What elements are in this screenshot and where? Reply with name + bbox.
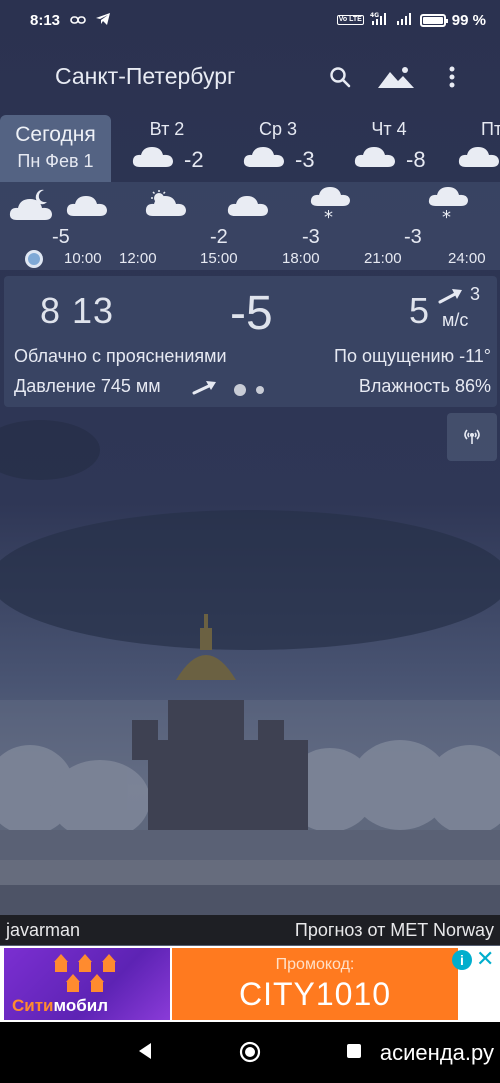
wind-gust: 3 <box>470 284 481 304</box>
landscape-icon[interactable] <box>368 60 424 94</box>
humidity: Влажность 86% <box>358 376 491 396</box>
svg-text:*: * <box>324 207 333 226</box>
ad-close-icon[interactable]: ✕ <box>476 948 494 970</box>
cloud-icon <box>227 194 269 223</box>
recents-icon[interactable] <box>346 1043 362 1064</box>
cloud-sun-icon <box>145 190 187 223</box>
search-icon[interactable] <box>312 60 368 94</box>
ad-brand-panel[interactable]: Ситимобил <box>4 948 170 1020</box>
hourly-temp: -3 <box>404 226 422 248</box>
current-temperature: -5 <box>230 287 273 340</box>
promo-code: CITY1010 <box>238 976 392 1012</box>
hourly-time: 18:00 <box>282 250 320 267</box>
day-name: Вт 2 <box>149 119 185 139</box>
battery-percent: 99 % <box>451 11 486 29</box>
ad-info-icon[interactable]: i <box>452 950 472 970</box>
page-dot-active <box>234 384 246 396</box>
day-temp: -3 <box>295 147 315 172</box>
current-conditions[interactable]: 8 13 -5 5 3 м/с Облачно с прояснениями П… <box>4 276 497 407</box>
tab-day-5[interactable]: Пт <box>448 119 500 179</box>
svg-text:*: * <box>442 207 451 226</box>
forecast-source[interactable]: Прогноз от MET Norway <box>295 920 494 941</box>
snow-cloud-icon: * <box>310 186 350 231</box>
cloud-icon <box>132 145 174 174</box>
day-tabs: Сегодня Пн Фев 1 Вт 2 -2 Ср 3 -3 Чт 4 -8… <box>0 112 500 182</box>
telegram-icon <box>96 12 111 28</box>
hourly-time: 10:00 <box>64 250 102 267</box>
tab-today-date: Пн Фев 1 <box>17 151 94 171</box>
hourly-time: 15:00 <box>200 250 238 267</box>
ad-promo-panel[interactable]: Промокод: CITY1010 <box>172 948 458 1020</box>
feels-like: По ощущению -11° <box>334 346 491 366</box>
pressure: Давление 745 мм <box>14 376 161 396</box>
wind-direction-icon <box>438 286 464 311</box>
link-icon <box>70 13 86 28</box>
hourly-time: 24:00 <box>448 250 486 267</box>
wind-unit: м/с <box>442 310 469 330</box>
clock: 8:13 <box>30 11 61 29</box>
credits-bar: javarman Прогноз от MET Norway <box>0 915 500 945</box>
day-name: Чт 4 <box>371 119 407 139</box>
system-nav-bar: асиенда.ру <box>0 1022 500 1083</box>
day-name: Ср 3 <box>258 119 298 139</box>
promo-label: Промокод: <box>275 956 355 973</box>
tab-day-2[interactable]: Вт 2 -2 <box>122 119 222 179</box>
weather-condition: Облачно с прояснениями <box>14 346 227 366</box>
volte-icon: Vo LTE <box>336 15 364 25</box>
cloud-icon <box>458 145 500 174</box>
hourly-time: 21:00 <box>364 250 402 267</box>
day-temp: -8 <box>406 147 426 172</box>
hourly-temp: -3 <box>302 226 320 248</box>
hourly-temp: -2 <box>210 226 228 248</box>
status-bar: 8:13 Vo LTE 4G 99 % <box>0 0 500 40</box>
ad-banner[interactable]: Ситимобил Промокод: CITY1010 i ✕ <box>0 946 500 1022</box>
tab-today-label: Сегодня <box>15 123 96 146</box>
wind-speed: 5 <box>409 290 430 331</box>
battery-icon <box>419 13 448 27</box>
ad-brand-name: Ситимобил <box>12 996 108 1016</box>
cloud-icon <box>66 194 108 223</box>
watermark: асиенда.ру <box>379 1040 494 1065</box>
back-icon[interactable] <box>137 1042 153 1065</box>
brand-name-part: мобил <box>53 996 109 1015</box>
snow-cloud-icon: * <box>428 186 468 231</box>
more-vert-icon[interactable] <box>424 60 480 94</box>
brand-logo-icon <box>54 954 116 992</box>
day-name: Пт <box>481 119 500 139</box>
tab-today[interactable]: Сегодня Пн Фев 1 <box>0 115 111 182</box>
photo-author[interactable]: javarman <box>6 920 80 941</box>
cloud-icon <box>243 145 285 174</box>
hourly-forecast[interactable]: * * -5 -2 -3 -3 10:00 12:00 15:00 18:00 … <box>0 182 500 270</box>
radar-icon <box>462 426 482 449</box>
cloud-moon-icon <box>8 186 62 227</box>
home-icon[interactable] <box>239 1041 261 1068</box>
signal-icon <box>396 11 414 29</box>
svg-text:4G: 4G <box>370 12 379 19</box>
current-time: 8 13 <box>40 290 115 331</box>
city-title[interactable]: Санкт-Петербург <box>55 63 235 90</box>
signal-icon: 4G <box>370 11 390 29</box>
pressure-trend-icon <box>192 378 218 401</box>
hourly-time: 12:00 <box>119 250 157 267</box>
cloud-icon <box>354 145 396 174</box>
page-indicator[interactable] <box>234 384 264 396</box>
page-dot <box>256 386 264 394</box>
hourly-temp: -5 <box>52 226 70 248</box>
brand-name-part: Сити <box>12 996 54 1015</box>
radar-button[interactable] <box>447 413 497 461</box>
app-bar: Санкт-Петербург <box>0 40 500 112</box>
day-temp: -2 <box>184 147 204 172</box>
current-time-marker <box>25 250 43 268</box>
tab-day-4[interactable]: Чт 4 -8 <box>344 119 444 179</box>
tab-day-3[interactable]: Ср 3 -3 <box>233 119 333 179</box>
